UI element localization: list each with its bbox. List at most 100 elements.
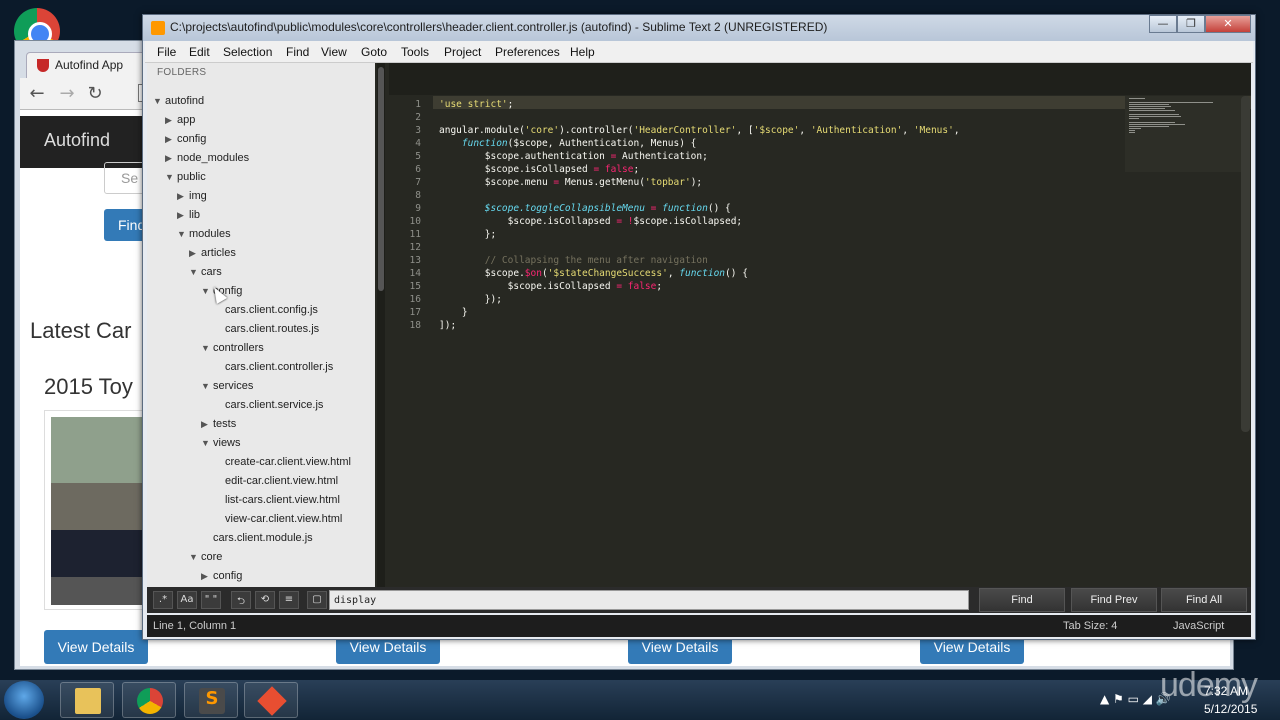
find-prev-button[interactable]: Find Prev <box>1071 588 1157 612</box>
code-line[interactable]: $scope.menu = Menus.getMenu('topbar'); <box>439 177 702 190</box>
site-brand[interactable]: Autofind <box>44 130 110 151</box>
tree-folder[interactable]: ▼ public <box>165 171 206 189</box>
code-line[interactable]: $scope.isCollapsed = false; <box>439 164 639 177</box>
taskbar-chrome[interactable] <box>122 682 176 718</box>
menu-file[interactable]: File <box>157 45 176 59</box>
whole-word-toggle[interactable]: " " <box>201 591 221 609</box>
sidebar-scrollbar[interactable] <box>377 63 385 587</box>
code-line[interactable]: $scope.toggleCollapsibleMenu = function(… <box>439 203 731 216</box>
title-bar[interactable]: C:\projects\autofind\public\modules\core… <box>143 15 1255 41</box>
taskbar-git[interactable] <box>244 682 298 718</box>
tree-folder[interactable]: ▶ config <box>201 570 242 587</box>
code-line[interactable]: 'use strict'; <box>439 99 513 112</box>
disclosure-expanded-icon[interactable]: ▼ <box>165 172 177 182</box>
disclosure-expanded-icon[interactable]: ▼ <box>201 381 213 391</box>
disclosure-collapsed-icon[interactable]: ▶ <box>165 115 177 126</box>
minimize-button[interactable]: — <box>1149 15 1177 33</box>
find-input[interactable] <box>329 590 969 610</box>
disclosure-expanded-icon[interactable]: ▼ <box>201 343 213 353</box>
code-line[interactable]: // Collapsing the menu after navigation <box>439 255 708 268</box>
tree-folder[interactable]: ▶ tests <box>201 418 236 436</box>
find-button[interactable]: Find <box>979 588 1065 612</box>
code-line[interactable]: angular.module('core').controller('Heade… <box>439 125 960 138</box>
code-line[interactable]: ]); <box>439 320 456 333</box>
disclosure-collapsed-icon[interactable]: ▶ <box>177 210 189 221</box>
tree-file[interactable]: edit-car.client.view.html <box>213 475 338 493</box>
start-button[interactable] <box>4 681 44 719</box>
tree-folder[interactable]: ▶ img <box>177 190 207 208</box>
minimap[interactable] <box>1125 96 1245 172</box>
disclosure-collapsed-icon[interactable]: ▶ <box>201 571 213 582</box>
forward-icon[interactable]: → <box>56 83 78 104</box>
code-line[interactable]: }); <box>439 294 502 307</box>
sidebar-scroll-thumb[interactable] <box>378 67 384 291</box>
menu-help[interactable]: Help <box>570 45 595 59</box>
code-line[interactable]: } <box>439 307 468 320</box>
menu-preferences[interactable]: Preferences <box>495 45 560 59</box>
code-line[interactable]: $scope.$on('$stateChangeSuccess', functi… <box>439 268 748 281</box>
menu-project[interactable]: Project <box>444 45 481 59</box>
tree-folder[interactable]: ▼ modules <box>177 228 231 246</box>
tree-folder[interactable]: ▼ controllers <box>201 342 264 360</box>
tree-folder[interactable]: ▼ cars <box>189 266 222 284</box>
tree-file[interactable]: list-cars.client.view.html <box>213 494 340 512</box>
tree-folder[interactable]: ▼ autofind <box>153 95 204 113</box>
case-toggle[interactable]: Aa <box>177 591 197 609</box>
taskbar-sublime[interactable]: S <box>184 682 238 718</box>
tree-folder[interactable]: ▼ views <box>201 437 241 455</box>
code-line[interactable]: }; <box>439 229 496 242</box>
tree-folder[interactable]: ▶ lib <box>177 209 200 227</box>
editor-scrollbar[interactable] <box>1241 96 1250 432</box>
code-line[interactable]: $scope.authentication = Authentication; <box>439 151 708 164</box>
highlight-toggle[interactable]: ▢ <box>307 591 327 609</box>
menu-find[interactable]: Find <box>286 45 309 59</box>
code-editor[interactable]: 1 2 3 4 5 6 7 8 9 10 11 12 13 14 15 16 17 18 'use strict'… <box>389 63 1251 587</box>
menu-edit[interactable]: Edit <box>189 45 210 59</box>
in-selection-toggle[interactable]: ≡ <box>279 591 299 609</box>
disclosure-collapsed-icon[interactable]: ▶ <box>189 248 201 259</box>
tab-size[interactable]: Tab Size: 4 <box>1063 620 1117 632</box>
tree-folder[interactable]: ▶ app <box>165 114 195 132</box>
tree-file[interactable]: cars.client.routes.js <box>213 323 319 341</box>
disclosure-expanded-icon[interactable]: ▼ <box>189 552 201 562</box>
regex-toggle[interactable]: .* <box>153 591 173 609</box>
disclosure-collapsed-icon[interactable]: ▶ <box>201 419 213 430</box>
tree-file[interactable]: cars.client.controller.js <box>213 361 333 379</box>
tree-file[interactable]: create-car.client.view.html <box>213 456 351 474</box>
close-button[interactable]: ✕ <box>1205 15 1251 33</box>
find-all-button[interactable]: Find All <box>1161 588 1247 612</box>
wrap-toggle[interactable]: ⟲ <box>255 591 275 609</box>
back-icon[interactable]: ← <box>26 83 48 104</box>
tree-file[interactable]: cars.client.config.js <box>213 304 318 322</box>
code-text[interactable]: 'use strict'; angular.module('core').cont… <box>439 96 1119 586</box>
browser-tab[interactable]: Autofind App <box>26 52 152 78</box>
reload-icon[interactable]: ↻ <box>84 83 106 104</box>
menu-selection[interactable]: Selection <box>223 45 272 59</box>
tree-folder[interactable]: ▶ config <box>165 133 206 151</box>
reverse-toggle[interactable]: ⮌ <box>231 591 251 609</box>
tree-folder[interactable]: ▶ node_modules <box>165 152 249 170</box>
taskbar-explorer[interactable] <box>60 682 114 718</box>
maximize-button[interactable]: ❐ <box>1177 15 1205 33</box>
disclosure-expanded-icon[interactable]: ▼ <box>189 267 201 277</box>
tree-file[interactable]: cars.client.module.js <box>201 532 313 550</box>
menu-view[interactable]: View <box>321 45 347 59</box>
view-details-button[interactable]: View Details <box>44 630 148 664</box>
disclosure-collapsed-icon[interactable]: ▶ <box>165 134 177 145</box>
disclosure-expanded-icon[interactable]: ▼ <box>201 438 213 448</box>
disclosure-collapsed-icon[interactable]: ▶ <box>177 191 189 202</box>
tree-folder[interactable]: ▶ articles <box>189 247 236 265</box>
tree-folder[interactable]: ▼ core <box>189 551 222 569</box>
tree-file[interactable]: cars.client.service.js <box>213 399 323 417</box>
tree-file[interactable]: view-car.client.view.html <box>213 513 342 531</box>
car-image[interactable] <box>51 417 151 605</box>
disclosure-collapsed-icon[interactable]: ▶ <box>165 153 177 164</box>
code-line[interactable]: $scope.isCollapsed = !$scope.isCollapsed… <box>439 216 743 229</box>
tree-folder[interactable]: ▼ services <box>201 380 253 398</box>
menu-goto[interactable]: Goto <box>361 45 387 59</box>
syntax-mode[interactable]: JavaScript <box>1173 620 1224 632</box>
disclosure-expanded-icon[interactable]: ▼ <box>153 96 165 106</box>
disclosure-expanded-icon[interactable]: ▼ <box>177 229 189 239</box>
code-line[interactable]: $scope.isCollapsed = false; <box>439 281 662 294</box>
code-line[interactable]: function($scope, Authentication, Menus) … <box>439 138 697 151</box>
